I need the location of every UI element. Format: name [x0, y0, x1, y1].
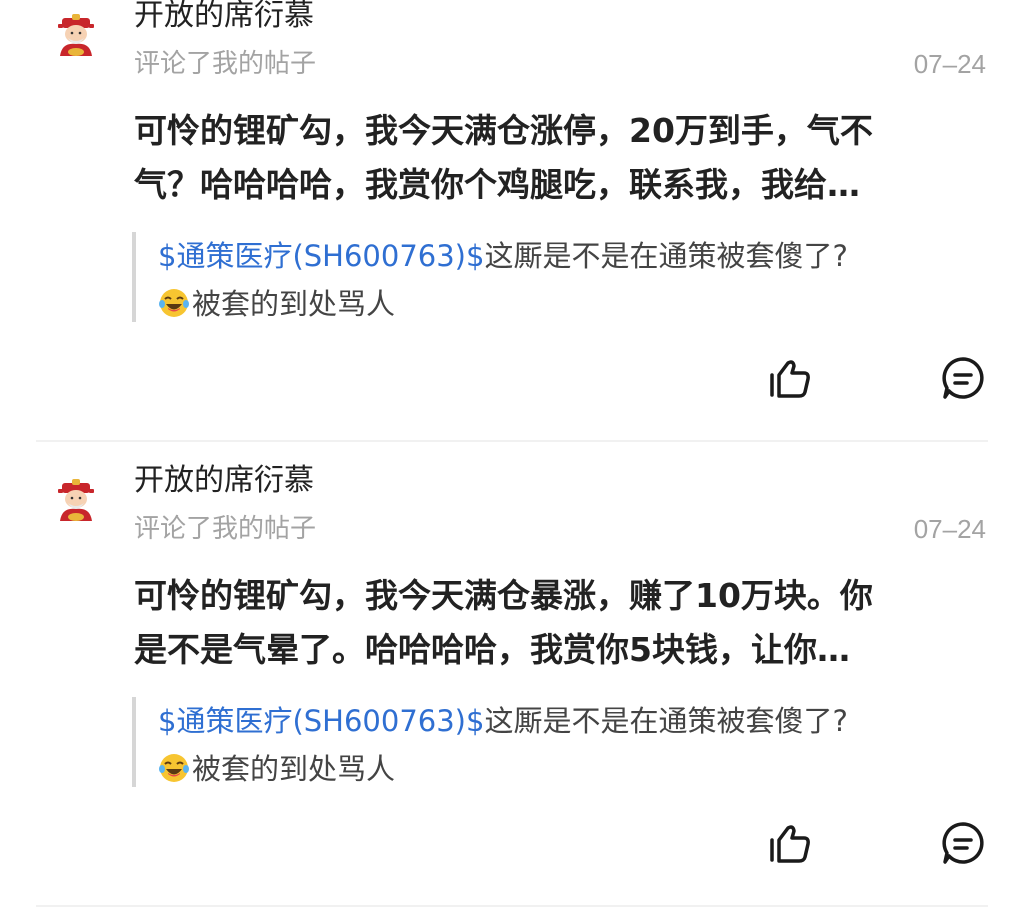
thumbs-up-icon	[770, 360, 810, 398]
avatar[interactable]	[48, 10, 104, 66]
fortune-god-avatar-icon	[48, 475, 104, 531]
comment-bubble-icon	[942, 822, 984, 864]
divider	[36, 905, 988, 907]
username[interactable]: 开放的席衍慕	[134, 0, 314, 36]
fortune-god-avatar-icon	[48, 10, 104, 66]
comment-line: 可怜的锂矿勾，我今天满仓暴涨，赚了10万块。你	[134, 576, 873, 615]
comment-line: 可怜的锂矿勾，我今天满仓涨停，20万到手，气不	[134, 111, 873, 150]
laughing-tears-emoji-icon	[159, 289, 189, 317]
action-text: 评论了我的帖子	[134, 514, 317, 544]
comment-line: 气？哈哈哈哈，我赏你个鸡腿吃，联系我，我给…	[134, 165, 860, 204]
quote-text: 这厮是不是在通策被套傻了?	[484, 704, 848, 738]
quote-line: 被套的到处骂人	[158, 280, 982, 328]
notification-card[interactable]: 开放的席衍慕 评论了我的帖子 07–24 可怜的锂矿勾，我今天满仓暴涨，赚了10…	[0, 463, 1024, 907]
like-button[interactable]	[766, 820, 814, 868]
quote-line: $通策医疗(SH600763)$这厮是不是在通策被套傻了?	[158, 697, 982, 745]
notification-card[interactable]: 开放的席衍慕 评论了我的帖子 07–24 可怜的锂矿勾，我今天满仓涨停，20万到…	[0, 0, 1024, 442]
comment-content[interactable]: 可怜的锂矿勾，我今天满仓暴涨，赚了10万块。你 是不是气晕了。哈哈哈哈，我赏你5…	[134, 569, 994, 677]
avatar[interactable]	[48, 475, 104, 531]
quoted-post[interactable]: $通策医疗(SH600763)$这厮是不是在通策被套傻了? 被套的到处骂人	[132, 697, 982, 787]
quote-line: $通策医疗(SH600763)$这厮是不是在通策被套傻了?	[158, 232, 982, 280]
stock-link[interactable]: $通策医疗(SH600763)$	[158, 239, 484, 273]
laughing-tears-emoji-icon	[159, 754, 189, 782]
comment-content[interactable]: 可怜的锂矿勾，我今天满仓涨停，20万到手，气不 气？哈哈哈哈，我赏你个鸡腿吃，联…	[134, 104, 994, 212]
like-button[interactable]	[766, 355, 814, 403]
quote-text: 这厮是不是在通策被套傻了?	[484, 239, 848, 273]
stock-link[interactable]: $通策医疗(SH600763)$	[158, 704, 484, 738]
reply-button[interactable]	[940, 355, 986, 401]
thumbs-up-icon	[770, 825, 810, 863]
reply-button[interactable]	[940, 820, 986, 866]
quote-text: 被套的到处骂人	[192, 752, 396, 786]
quoted-post[interactable]: $通策医疗(SH600763)$这厮是不是在通策被套傻了? 被套的到处骂人	[132, 232, 982, 322]
comment-bubble-icon	[942, 357, 984, 399]
timestamp: 07–24	[913, 49, 986, 79]
username[interactable]: 开放的席衍慕	[134, 461, 314, 501]
action-text: 评论了我的帖子	[134, 49, 317, 79]
comment-line: 是不是气晕了。哈哈哈哈，我赏你5块钱，让你…	[134, 630, 850, 669]
timestamp: 07–24	[913, 514, 986, 544]
divider	[36, 440, 988, 442]
quote-line: 被套的到处骂人	[158, 745, 982, 793]
quote-text: 被套的到处骂人	[192, 287, 396, 321]
